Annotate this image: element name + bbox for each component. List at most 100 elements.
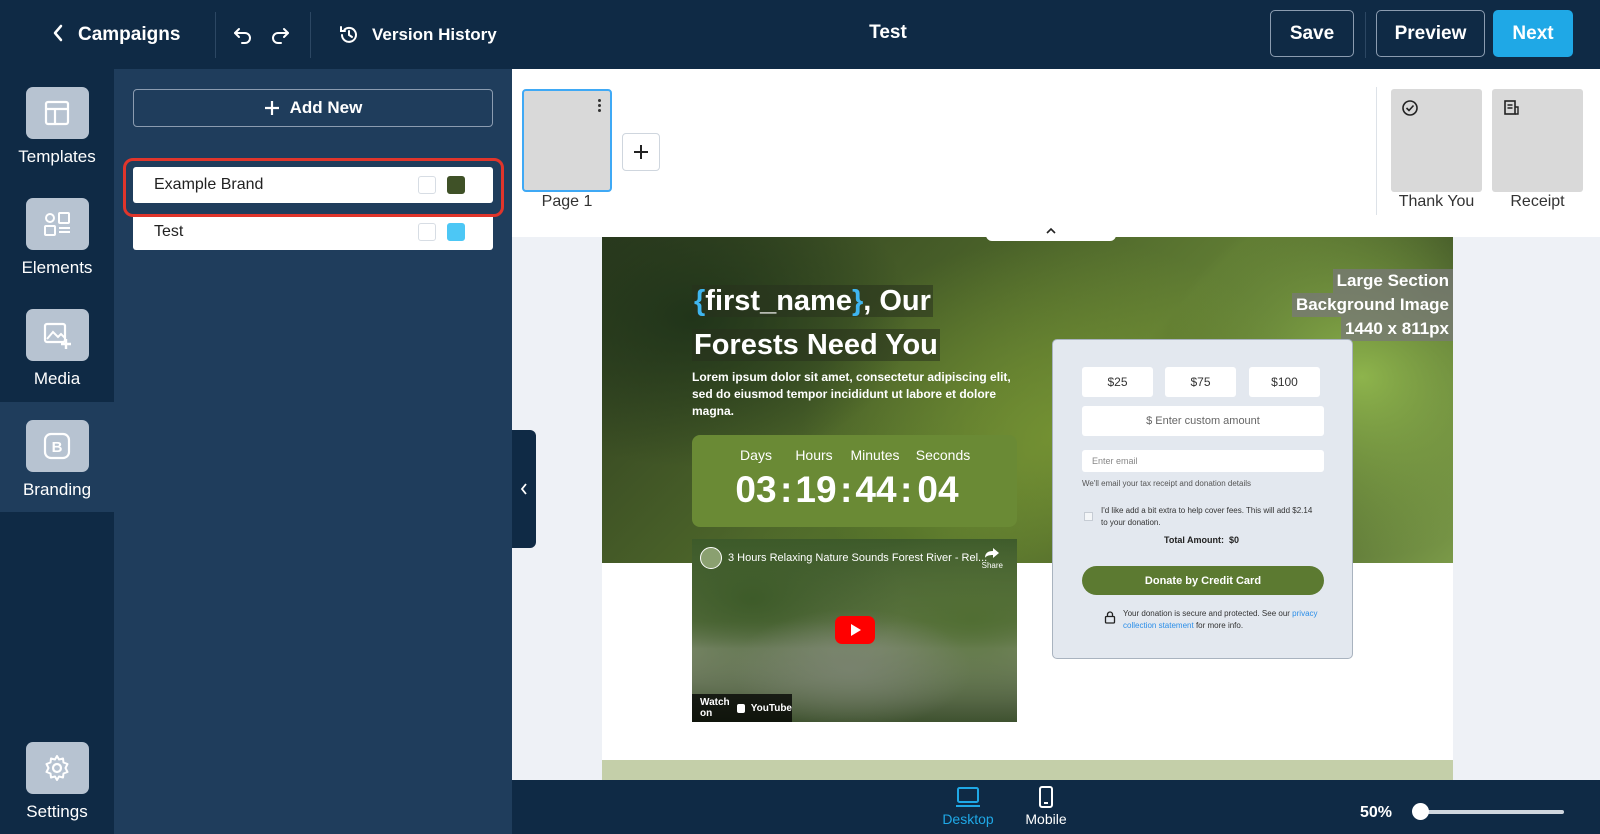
brand-row-example-brand[interactable]: Example Brand	[133, 167, 493, 203]
watch-on-youtube-link[interactable]: Watch on YouTube	[692, 694, 792, 722]
countdown-label: Hours	[795, 447, 833, 463]
collapse-panel-button[interactable]	[512, 430, 536, 548]
thank-you-page-thumbnail[interactable]	[1391, 89, 1482, 192]
next-section-preview[interactable]	[602, 760, 1453, 780]
share-icon	[985, 548, 1000, 558]
rail-item-branding[interactable]: B Branding	[0, 402, 114, 512]
rail-label: Branding	[22, 480, 92, 499]
end-page-label: Receipt	[1510, 193, 1565, 210]
hero-body-text[interactable]: Lorem ipsum dolor sit amet, consectetur …	[692, 369, 1012, 420]
rail-item-media[interactable]: Media	[0, 291, 114, 401]
plus-icon	[264, 101, 279, 115]
more-vertical-icon[interactable]	[598, 99, 602, 112]
desktop-view-button[interactable]: Desktop	[933, 786, 1003, 827]
rail-item-elements[interactable]: Elements	[0, 180, 114, 290]
mobile-icon	[1039, 786, 1053, 808]
back-to-campaigns-button[interactable]: Campaigns	[52, 22, 212, 48]
size-tag-line: Large Section	[1332, 269, 1453, 293]
preview-button[interactable]: Preview	[1376, 10, 1485, 57]
cover-fees-checkbox[interactable]	[1084, 512, 1093, 521]
divider	[310, 12, 311, 58]
hero-headline[interactable]: {first_name}, Our Forests Need You	[692, 279, 982, 367]
redo-icon	[272, 28, 289, 44]
platform-label: YouTube	[750, 702, 792, 714]
video-embed[interactable]: 3 Hours Relaxing Nature Sounds Forest Ri…	[692, 539, 1017, 722]
zoom-slider-handle[interactable]	[1412, 803, 1429, 820]
chevron-left-icon	[52, 24, 64, 47]
play-button[interactable]	[835, 616, 875, 644]
campaign-title: Test	[869, 22, 907, 43]
rail-item-templates[interactable]: Templates	[0, 69, 114, 179]
video-title: 3 Hours Relaxing Nature Sounds Forest Ri…	[728, 552, 988, 564]
undo-button[interactable]	[230, 22, 256, 48]
size-tag-line: Background Image	[1291, 293, 1453, 317]
cover-fees-label: I'd like add a bit extra to help cover f…	[1101, 506, 1313, 527]
amount-option-100[interactable]: $100	[1249, 367, 1320, 397]
secondary-color-swatch	[418, 176, 436, 194]
channel-avatar	[700, 547, 722, 569]
add-new-brand-button[interactable]: Add New	[133, 89, 493, 127]
zoom-slider[interactable]	[1414, 810, 1564, 814]
receipt-page-thumbnail[interactable]	[1492, 89, 1583, 192]
merge-field: first_name	[705, 285, 852, 317]
security-text: Your donation is secure and protected. S…	[1123, 609, 1290, 618]
undo-icon	[234, 28, 251, 44]
watch-on-label: Watch on	[700, 697, 730, 719]
check-circle-icon	[1401, 99, 1419, 122]
countdown-timer[interactable]: Days Hours Minutes Seconds 03 : 19 : 44 …	[692, 435, 1017, 527]
version-history-label: Version History	[372, 25, 497, 44]
lock-icon	[1104, 611, 1116, 629]
back-label: Campaigns	[78, 24, 181, 45]
left-rail: Templates Elements Media B Branding Sett…	[0, 69, 114, 834]
page-bar: Page 1 Thank You Receipt	[512, 69, 1600, 237]
editor-canvas: Page 1 Thank You Receipt {first_name}, O…	[512, 69, 1600, 780]
security-note: Your donation is secure and protected. S…	[1123, 608, 1323, 632]
share-label: Share	[981, 561, 1003, 570]
countdown-label: Seconds	[915, 447, 971, 463]
total-label: Total Amount:	[1164, 535, 1224, 545]
headline-text: Forests Need You	[692, 329, 940, 361]
page-preview: {first_name}, Our Forests Need You Lorem…	[602, 237, 1453, 780]
device-label: Mobile	[1025, 811, 1067, 827]
zoom-level: 50%	[1360, 804, 1393, 821]
rail-label: Settings	[26, 802, 88, 821]
mobile-view-button[interactable]: Mobile	[1011, 786, 1081, 827]
countdown-minutes: 44	[855, 469, 897, 510]
add-new-label: Add New	[289, 98, 363, 117]
size-tag-line: 1440 x 811px	[1341, 317, 1453, 341]
elements-icon	[25, 198, 89, 250]
countdown-separator: :	[900, 469, 913, 510]
donate-button[interactable]: Donate by Credit Card	[1082, 566, 1324, 595]
collapse-page-bar-button[interactable]	[986, 227, 1116, 241]
background-size-tag: Large Section Background Image 1440 x 81…	[1291, 269, 1453, 341]
amount-option-25[interactable]: $25	[1082, 367, 1153, 397]
share-button[interactable]: Share	[982, 547, 1003, 570]
brand-row-test[interactable]: Test	[133, 214, 493, 250]
email-field[interactable]: Enter email	[1082, 450, 1324, 472]
redo-button[interactable]	[267, 22, 293, 48]
amount-option-75[interactable]: $75	[1165, 367, 1236, 397]
headline-text: , Our	[863, 285, 931, 317]
primary-color-swatch	[447, 176, 465, 194]
custom-amount-input[interactable]: $ Enter custom amount	[1082, 406, 1324, 436]
next-button[interactable]: Next	[1493, 10, 1573, 57]
add-page-button[interactable]	[622, 133, 660, 171]
rail-label: Media	[33, 369, 81, 388]
chevron-left-icon	[520, 483, 527, 495]
security-text-tail: for more info.	[1195, 621, 1244, 630]
merge-brace: }	[851, 285, 864, 317]
version-history-button[interactable]: Version History	[338, 22, 497, 48]
rail-item-settings[interactable]: Settings	[0, 724, 114, 834]
receipt-icon	[1502, 99, 1520, 122]
countdown-days: 03	[735, 469, 777, 510]
page-thumbnail[interactable]	[522, 89, 612, 192]
divider	[215, 12, 216, 58]
youtube-logo-icon	[736, 703, 745, 713]
svg-text:B: B	[52, 439, 63, 456]
rail-label: Templates	[18, 147, 96, 166]
play-icon	[851, 624, 861, 636]
gear-icon	[25, 742, 89, 794]
save-button[interactable]: Save	[1270, 10, 1354, 57]
divider	[1376, 87, 1377, 215]
rail-label: Elements	[21, 258, 93, 277]
